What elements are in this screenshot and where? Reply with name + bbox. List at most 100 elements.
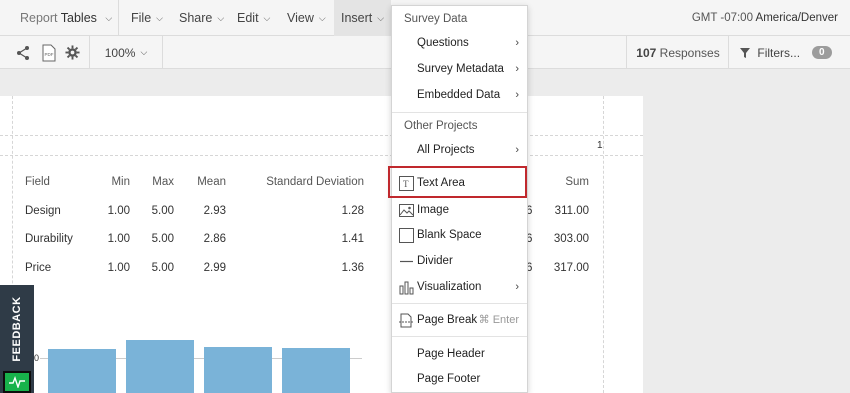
- text-area-highlight: [388, 166, 527, 198]
- activity-icon[interactable]: [3, 371, 31, 393]
- menu-item-page-header-label: Page Header: [417, 348, 485, 360]
- chart-bar[interactable]: [126, 340, 194, 393]
- cell-std: 1.41: [341, 233, 364, 245]
- blank-space-icon: [399, 228, 414, 243]
- cell-max: 5.00: [151, 205, 174, 217]
- chevron-right-icon: ›: [515, 37, 519, 49]
- menu-item-divider-label: Divider: [417, 255, 453, 267]
- menu-item-divider[interactable]: Divider: [392, 249, 527, 273]
- responses-label: Responses: [659, 45, 720, 60]
- zoom-value: 100%: [104, 45, 136, 60]
- menu-file-label: File: [131, 11, 152, 25]
- menu-item-image-label: Image: [417, 204, 449, 216]
- chevron-down-icon: ⌵: [263, 13, 271, 23]
- zoom-selector[interactable]: 100% ⌵: [100, 36, 152, 69]
- chevron-right-icon: ›: [515, 281, 519, 293]
- survey-data-header: Survey Data: [404, 13, 468, 25]
- menu-item-page-footer[interactable]: Page Footer: [392, 367, 527, 391]
- menu-view[interactable]: View ⌵: [287, 0, 326, 36]
- cell-max: 5.00: [151, 262, 174, 274]
- other-projects-header: Other Projects: [404, 120, 478, 132]
- cell-mean: 2.86: [203, 233, 226, 245]
- pdf-icon[interactable]: PDF: [38, 36, 60, 69]
- filters-button[interactable]: Filters... 0: [738, 36, 834, 69]
- menu-item-blank-space[interactable]: Blank Space: [392, 223, 527, 247]
- page-number: 1: [597, 140, 603, 151]
- menu-item-survey-metadata-label: Survey Metadata: [417, 63, 504, 75]
- menu-divider: [392, 112, 527, 113]
- chart-tick-label: 0: [34, 353, 40, 363]
- cell-sum: 317.00: [553, 262, 589, 274]
- chevron-right-icon: ›: [515, 144, 519, 156]
- page-guide: [603, 96, 604, 393]
- page-guide: [0, 135, 643, 136]
- report-prefix: Report: [20, 11, 58, 25]
- chevron-down-icon: ⌵: [318, 13, 326, 23]
- chart-bar[interactable]: [282, 348, 350, 393]
- divider-icon: [400, 260, 413, 263]
- menu-item-visualization[interactable]: Visualization ›: [392, 275, 527, 299]
- gear-icon[interactable]: [61, 36, 83, 69]
- menu-item-visualization-label: Visualization: [417, 281, 482, 293]
- cell-min: 1.00: [107, 205, 130, 217]
- chart-bar[interactable]: [48, 349, 116, 393]
- responses-number: 107: [636, 45, 657, 60]
- report-name: Tables: [60, 11, 97, 25]
- menu-item-questions-label: Questions: [417, 37, 469, 49]
- page-break-shortcut: ⌘ Enter: [478, 314, 519, 326]
- image-icon: [399, 204, 414, 217]
- cell-field: Durability: [25, 233, 73, 245]
- menu-item-embedded-data[interactable]: Embedded Data ›: [392, 83, 527, 107]
- cell-sum: 303.00: [553, 233, 589, 245]
- feedback-label: FEEDBACK: [11, 296, 23, 362]
- chevron-down-icon: ⌵: [105, 13, 113, 23]
- header-std: Standard Deviation: [266, 176, 364, 188]
- chevron-down-icon: ⌵: [156, 13, 163, 23]
- chart-bar[interactable]: [204, 347, 272, 393]
- responses-count: 107 Responses: [636, 36, 720, 69]
- menu-share[interactable]: Share ⌵: [179, 0, 224, 36]
- menu-edit-label: Edit: [237, 11, 259, 25]
- menu-item-blank-space-label: Blank Space: [417, 229, 482, 241]
- header-mean: Mean: [197, 176, 226, 188]
- page-guide: [0, 155, 643, 156]
- chevron-right-icon: ›: [515, 89, 519, 101]
- filter-icon: [740, 47, 751, 58]
- menu-item-questions[interactable]: Questions ›: [392, 31, 527, 55]
- page-break-icon: [399, 313, 414, 328]
- visualization-icon: [399, 281, 414, 295]
- timezone-display: GMT -07:00 America/Denver: [692, 0, 838, 36]
- cell-sum: 311.00: [554, 205, 589, 217]
- menu-item-all-projects[interactable]: All Projects ›: [392, 138, 527, 162]
- menu-item-page-header[interactable]: Page Header: [392, 342, 527, 366]
- report-selector[interactable]: Report Tables ⌵: [20, 0, 112, 36]
- menu-item-survey-metadata[interactable]: Survey Metadata ›: [392, 57, 527, 81]
- share-icon[interactable]: [12, 36, 34, 69]
- cell-field: Price: [25, 262, 52, 274]
- cell-mean: 2.99: [203, 262, 226, 274]
- cell-std: 1.36: [341, 262, 364, 274]
- cell-min: 1.00: [107, 262, 130, 274]
- menu-view-label: View: [287, 11, 314, 25]
- menu-item-page-break[interactable]: Page Break ⌘ Enter: [392, 308, 527, 332]
- chevron-down-icon: ⌵: [140, 47, 148, 57]
- cell-field: Design: [25, 205, 61, 217]
- menu-edit[interactable]: Edit ⌵: [237, 0, 270, 36]
- feedback-tab[interactable]: FEEDBACK: [0, 285, 34, 393]
- menu-insert[interactable]: Insert ⌵: [334, 0, 392, 36]
- header-min: Min: [111, 176, 130, 188]
- timezone-name: America/Denver: [755, 12, 838, 24]
- cell-max: 5.00: [151, 233, 174, 245]
- menu-file[interactable]: File ⌵: [131, 0, 163, 36]
- cell-mean: 2.93: [203, 205, 226, 217]
- filters-badge: 0: [812, 46, 832, 59]
- menu-item-image[interactable]: Image: [392, 198, 527, 222]
- chevron-down-icon: ⌵: [217, 13, 225, 23]
- header-sum: Sum: [565, 176, 589, 188]
- filters-label: Filters...: [757, 45, 801, 60]
- menu-item-page-break-label: Page Break: [417, 314, 478, 326]
- header-field: Field: [25, 176, 50, 188]
- menu-share-label: Share: [179, 11, 213, 25]
- chevron-right-icon: ›: [515, 63, 519, 75]
- menu-insert-label: Insert: [341, 11, 373, 25]
